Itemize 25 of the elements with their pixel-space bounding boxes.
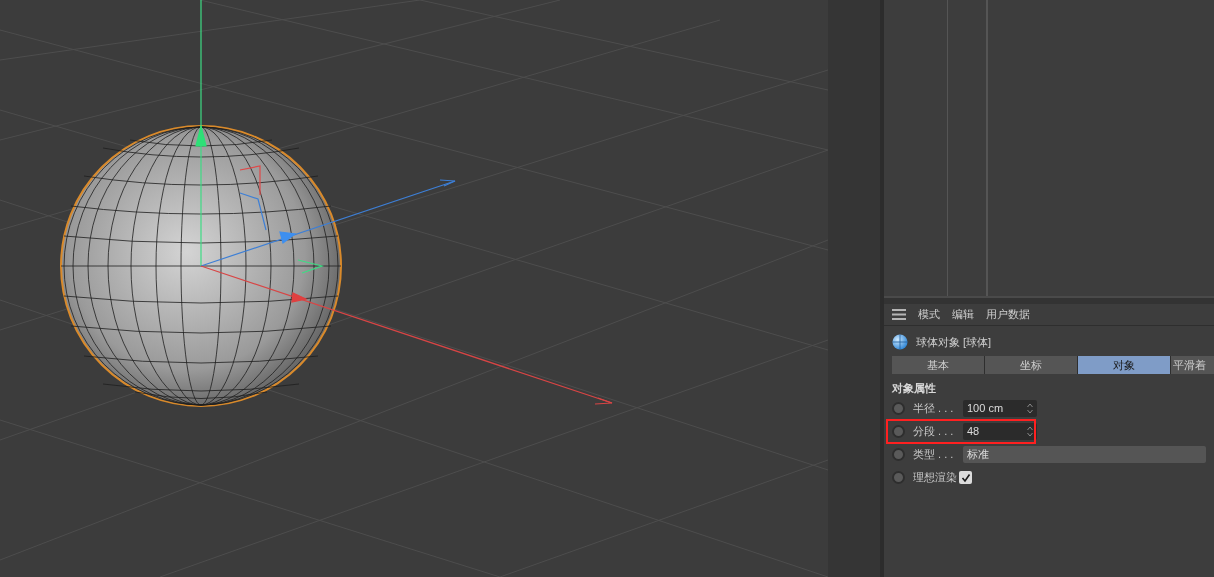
stepper-arrows-icon[interactable]: [1027, 426, 1033, 437]
section-heading: 对象属性: [891, 381, 937, 396]
menu-item[interactable]: 模式: [918, 306, 940, 323]
parameter-label: 理想渲染: [913, 470, 957, 486]
menu-item[interactable]: 用户数据: [986, 306, 1030, 323]
parameter-label: 半径 . . .: [913, 401, 955, 417]
tab[interactable]: 对象: [1078, 356, 1171, 374]
keyframe-toggle[interactable]: [892, 402, 905, 415]
tab[interactable]: 基本: [892, 356, 985, 374]
sphere-icon: [892, 334, 908, 350]
keyframe-toggle[interactable]: [892, 471, 905, 484]
number-field[interactable]: 100 cm: [963, 400, 1037, 417]
keyframe-toggle[interactable]: [892, 448, 905, 461]
parameter-label: 类型 . . .: [913, 447, 955, 463]
parameter-label: 分段 . . .: [913, 424, 955, 440]
tab[interactable]: 平滑着: [1171, 356, 1214, 374]
type-dropdown[interactable]: 标准: [963, 446, 1206, 463]
keyframe-toggle[interactable]: [892, 425, 905, 438]
stepper-arrows-icon[interactable]: [1027, 403, 1033, 414]
menu-icon[interactable]: [892, 309, 906, 320]
number-field[interactable]: 48: [963, 423, 1037, 440]
checkbox[interactable]: [959, 471, 972, 484]
tab[interactable]: 坐标: [985, 356, 1078, 374]
menu-item[interactable]: 编辑: [952, 306, 974, 323]
object-title: 球体对象 [球体]: [916, 334, 992, 350]
